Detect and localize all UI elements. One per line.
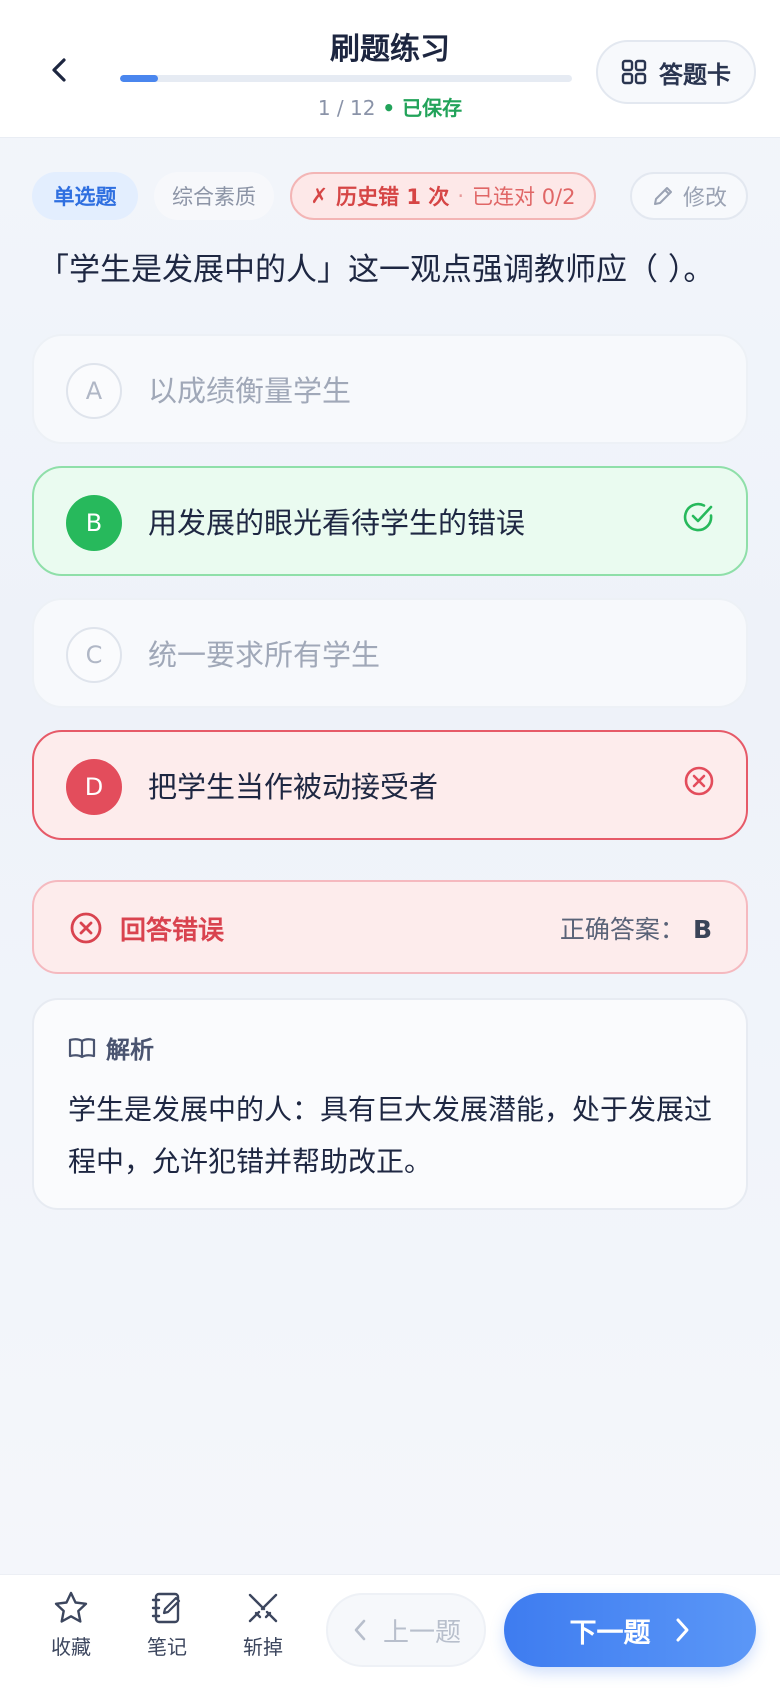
answer-card-button[interactable]: 答题卡 bbox=[596, 40, 756, 104]
saved-status: 已保存 bbox=[402, 96, 463, 120]
note-label: 笔记 bbox=[147, 1635, 187, 1659]
correct-answer: 正确答案： B bbox=[560, 910, 712, 946]
edit-button[interactable]: 修改 bbox=[630, 172, 748, 220]
option-d[interactable]: D 把学生当作被动接受者 bbox=[32, 730, 748, 840]
close-circle-icon bbox=[684, 766, 714, 796]
close-circle-icon bbox=[70, 912, 102, 944]
prev-label: 上一题 bbox=[382, 1617, 461, 1648]
option-b[interactable]: B 用发展的眼光看待学生的错误 bbox=[32, 466, 748, 576]
option-letter: A bbox=[66, 363, 122, 419]
explanation-body: 学生是发展中的人：具有巨大发展潜能，处于发展过程中，允许犯错并帮助改正。 bbox=[68, 1093, 713, 1178]
grid-icon bbox=[621, 59, 647, 85]
question-text: 「学生是发展中的人」这一观点强调教师应（ ）。 bbox=[38, 252, 715, 288]
history-dot: · bbox=[457, 184, 465, 208]
answer-card-label: 答题卡 bbox=[659, 60, 731, 89]
question-type-tag: 单选题 bbox=[32, 172, 138, 220]
option-a[interactable]: A 以成绩衡量学生 bbox=[32, 334, 748, 444]
chevron-right-icon bbox=[676, 1618, 688, 1642]
top-header: 刷题练习 1 / 12 • 已保存 答题卡 bbox=[0, 0, 780, 138]
next-question-button[interactable]: 下一题 bbox=[504, 1593, 756, 1667]
result-banner: 回答错误 正确答案： B bbox=[32, 880, 748, 974]
explanation-card: 解析 学生是发展中的人：具有巨大发展潜能，处于发展过程中，允许犯错并帮助改正。 bbox=[32, 998, 748, 1210]
book-icon bbox=[68, 1037, 96, 1058]
option-letter: B bbox=[66, 495, 122, 551]
progress-count: 1 / 12 bbox=[317, 96, 376, 120]
history-badge: ✗ 历史错 1 次 · 已连对 0/2 bbox=[290, 172, 596, 220]
option-letter: D bbox=[66, 759, 122, 815]
correct-answer-label: 正确答案： bbox=[559, 915, 685, 944]
option-text: 统一要求所有学生 bbox=[148, 638, 381, 672]
next-label: 下一题 bbox=[569, 1617, 651, 1649]
bottom-toolbar: 收藏 笔记 斩掉 上一题 下一题 bbox=[0, 1574, 780, 1688]
favorite-button[interactable]: 收藏 bbox=[36, 1589, 106, 1669]
prev-question-button[interactable]: 上一题 bbox=[326, 1593, 486, 1667]
notebook-icon bbox=[151, 1592, 181, 1624]
option-text: 把学生当作被动接受者 bbox=[148, 770, 439, 804]
chevron-left-icon bbox=[354, 1619, 366, 1641]
favorite-label: 收藏 bbox=[51, 1635, 91, 1659]
note-button[interactable]: 笔记 bbox=[132, 1589, 202, 1669]
cut-button[interactable]: 斩掉 bbox=[228, 1589, 298, 1669]
option-letter: C bbox=[66, 627, 122, 683]
explanation-header: 解析 bbox=[68, 1030, 154, 1065]
progress-bar bbox=[120, 75, 572, 82]
edit-label: 修改 bbox=[682, 186, 727, 211]
category-tag: 综合素质 bbox=[154, 172, 274, 220]
correct-answer-value: B bbox=[692, 915, 712, 944]
swords-icon bbox=[248, 1593, 278, 1623]
progress-fill bbox=[120, 75, 158, 82]
result-label: 回答错误 bbox=[120, 916, 225, 946]
cut-label: 斩掉 bbox=[243, 1635, 283, 1659]
option-text: 以成绩衡量学生 bbox=[148, 374, 352, 408]
option-c[interactable]: C 统一要求所有学生 bbox=[32, 598, 748, 708]
explanation-title: 解析 bbox=[106, 1036, 154, 1064]
check-circle-icon bbox=[683, 502, 713, 532]
star-icon bbox=[54, 1591, 88, 1623]
history-x-icon: ✗ bbox=[310, 184, 329, 208]
history-streak: 已连对 0/2 bbox=[472, 185, 576, 209]
history-error-count: 历史错 1 次 bbox=[336, 185, 450, 209]
option-text: 用发展的眼光看待学生的错误 bbox=[148, 506, 526, 540]
pencil-icon bbox=[653, 187, 672, 205]
progress-separator: • bbox=[375, 96, 403, 120]
